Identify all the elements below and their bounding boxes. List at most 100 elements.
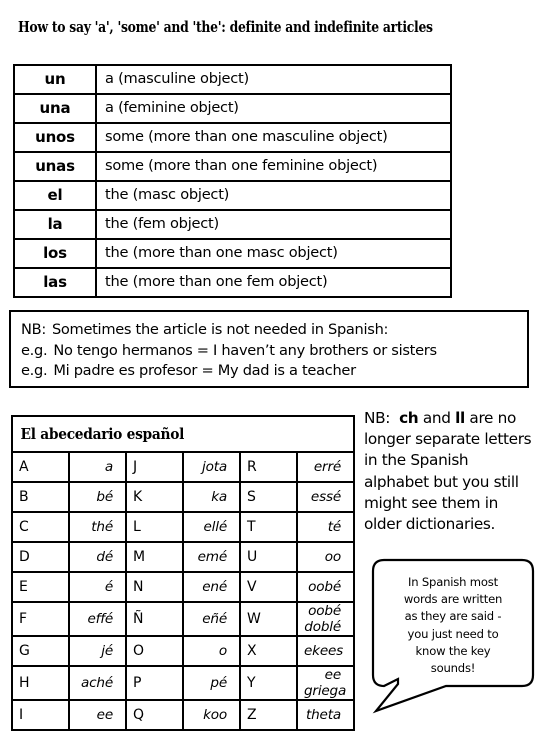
table-row: las the (more than one fem object) [13,267,452,298]
alphabet-table: El abecedario español A a J jota R erré … [11,415,355,731]
alphabet-letter: K [125,481,184,513]
side-note-mid: and [418,409,456,427]
alphabet-letter: T [239,511,298,543]
alphabet-pronunciation: o [182,635,241,667]
table-row: F effé Ñ eñé W oobé doblé [11,601,355,637]
articles-table: un a (masculine object) una a (feminine … [13,64,452,298]
article-term: los [13,238,97,269]
alphabet-letter: D [11,541,70,573]
alphabet-letter: L [125,511,184,543]
nb-line-1-lead: NB: [21,321,46,338]
alphabet-pronunciation: effé [68,601,127,637]
alphabet-letter: O [125,635,184,667]
nb-line-2-lead: e.g. [21,341,48,359]
bubble-line-3: as they are said - [404,609,502,624]
alphabet-letter: A [11,451,70,483]
article-term: unos [13,122,97,153]
alphabet-letter: H [11,665,70,701]
alphabet-letter: Z [239,699,298,731]
alphabet-pronunciation: ee [68,699,127,731]
table-row: unas some (more than one feminine object… [13,151,452,182]
table-row: el the (masc object) [13,180,452,211]
alphabet-pronunciation: ellé [182,511,241,543]
alphabet-pronunciation: oo [296,541,355,573]
table-row: la the (fem object) [13,209,452,240]
alphabet-pronunciation: oobé [296,571,355,603]
alphabet-letter: F [11,601,70,637]
article-meaning: the (more than one fem object) [95,267,452,298]
page-title: How to say 'a', 'some' and 'the': defini… [18,19,433,36]
speech-bubble: In Spanish most words are written as the… [371,558,535,720]
nb-line-3-lead: e.g. [21,362,48,379]
table-row: un a (masculine object) [13,64,452,95]
side-note-lead: NB: [364,409,391,427]
alphabet-pronunciation: a [68,451,127,483]
alphabet-pronunciation: ekees [296,635,355,667]
alphabet-letter: Q [125,699,184,731]
alphabet-letter: Ñ [125,601,184,637]
alphabet-title-row: El abecedario español [11,415,354,453]
bubble-line-6: sounds! [430,661,476,676]
bubble-line-4: you just need to [407,626,499,641]
alphabet-letter: G [11,635,70,667]
alphabet-letter: W [239,601,298,637]
table-row: H aché P pé Y ee griega [11,665,355,701]
alphabet-pronunciation: ee griega [296,665,355,701]
alphabet-letter: M [125,541,184,573]
article-term: el [13,180,97,211]
nb-line-3-text: Mi padre es profesor = My dad is a teach… [53,362,356,379]
alphabet-pronunciation: aché [68,665,127,701]
alphabet-pronunciation: essé [296,481,355,513]
speech-bubble-text: In Spanish most words are written as the… [383,574,523,677]
table-row: D dé M emé U oo [11,541,355,573]
side-note-bold-ll: ll [455,409,465,427]
alphabet-pronunciation: oobé doblé [296,601,355,637]
article-term: la [13,209,97,240]
table-row: G jé O o X ekees [11,635,355,667]
alphabet-pronunciation: thé [68,511,127,543]
bubble-line-1: In Spanish most [408,575,498,589]
article-meaning: some (more than one feminine object) [95,151,452,182]
table-row: B bé K ka S essé [11,481,355,513]
article-meaning: a (masculine object) [95,64,452,95]
alphabet-letter: X [239,635,298,667]
nb-note-box: NB: Sometimes the article is not needed i… [9,310,529,388]
alphabet-letter: P [125,665,184,701]
article-term: un [13,64,97,95]
alphabet-letter: R [239,451,298,483]
alphabet-letter: Y [239,665,298,701]
alphabet-pronunciation: dé [68,541,127,573]
articles-table-body: un a (masculine object) una a (feminine … [13,64,452,298]
nb-line-3: e.g. Mi padre es profesor = My dad is a t… [21,361,527,382]
nb-line-2-text: No tengo hermanos = I haven’t any brothe… [53,341,437,359]
alphabet-letter: B [11,481,70,513]
alphabet-pronunciation: té [296,511,355,543]
article-term: unas [13,151,97,182]
alphabet-letter: C [11,511,70,543]
alphabet-pronunciation: bé [68,481,127,513]
alphabet-table-body: El abecedario español A a J jota R erré … [11,415,355,731]
alphabet-pronunciation: pé [182,665,241,701]
alphabet-pronunciation: ené [182,571,241,603]
side-note-bold-ch: ch [399,409,419,427]
bubble-line-5: know the key [415,643,491,658]
alphabet-pronunciation: koo [182,699,241,731]
alphabet-pronunciation: emé [182,541,241,573]
alphabet-pronunciation: jé [68,635,127,667]
alphabet-letter: I [11,699,70,731]
nb-line-2: e.g. No tengo hermanos = I haven’t any br… [21,341,527,362]
side-nb-note: NB: ch and ll are no longer separate let… [364,408,536,535]
table-row: una a (feminine object) [13,93,452,124]
alphabet-pronunciation: jota [182,451,241,483]
article-meaning: some (more than one masculine object) [95,122,452,153]
table-row: los the (more than one masc object) [13,238,452,269]
alphabet-table-title: El abecedario español [11,415,338,453]
alphabet-letter: J [125,451,184,483]
alphabet-pronunciation: erré [296,451,355,483]
alphabet-letter: E [11,571,70,603]
table-row: E é N ené V oobé [11,571,355,603]
alphabet-letter: S [239,481,298,513]
side-note-rest: are no longer separate letters in the Sp… [364,409,532,534]
alphabet-pronunciation: ka [182,481,241,513]
alphabet-pronunciation: eñé [182,601,241,637]
